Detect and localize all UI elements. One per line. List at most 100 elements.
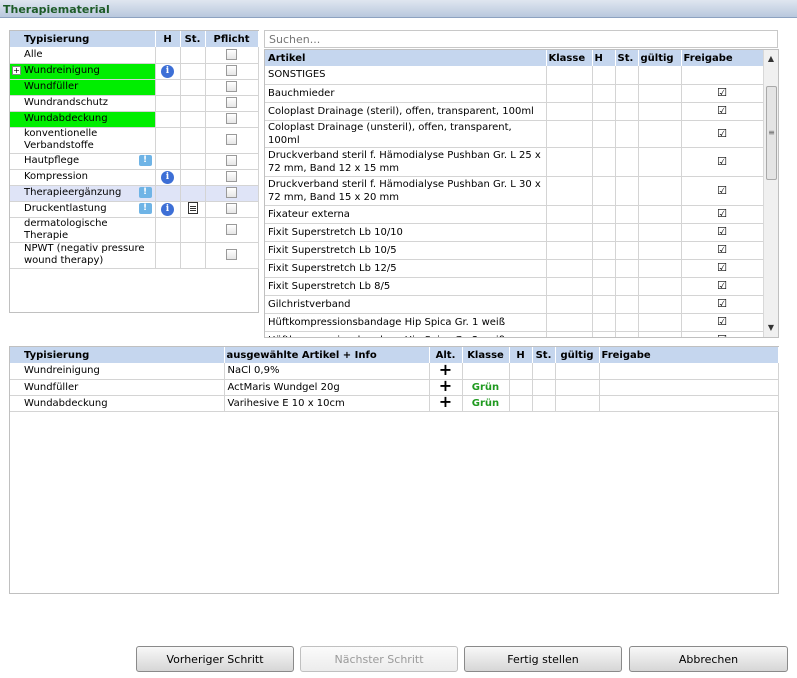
freigabe-check-icon[interactable]: ☑: [717, 315, 727, 328]
pflicht-checkbox[interactable]: [226, 49, 237, 60]
typisierung-name[interactable]: Druckentlastung!: [10, 201, 156, 218]
add-alternative-icon[interactable]: +: [439, 363, 452, 378]
pflicht-checkbox[interactable]: [226, 81, 237, 93]
pflicht-checkbox[interactable]: [226, 134, 237, 146]
artikel-name[interactable]: Coloplast Drainage (steril), offen, tran…: [265, 102, 547, 121]
typisierung-name[interactable]: Wundabdeckung: [10, 111, 156, 128]
typisierung-row[interactable]: Druckentlastung! i: [10, 201, 259, 218]
col-gueltig[interactable]: gültig: [638, 50, 682, 66]
scroll-thumb[interactable]: ≡: [766, 86, 777, 180]
typisierung-name[interactable]: Kompression: [10, 169, 156, 186]
artikel-name[interactable]: Hüftkompressionsbandage Hip Spica Gr. 2 …: [265, 331, 547, 337]
scroll-up-icon[interactable]: ▲: [764, 52, 778, 66]
scroll-down-icon[interactable]: ▼: [764, 321, 778, 335]
freigabe-check-icon[interactable]: ☑: [717, 243, 727, 256]
artikel-name[interactable]: Fixateur externa: [265, 205, 547, 224]
artikel-name[interactable]: Hüftkompressionsbandage Hip Spica Gr. 1 …: [265, 313, 547, 332]
col-typisierung[interactable]: Typisierung: [10, 31, 156, 47]
freigabe-check-icon[interactable]: ☑: [717, 104, 727, 117]
artikel-name[interactable]: Fixit Superstretch Lb 8/5: [265, 277, 547, 296]
artikel-name[interactable]: Fixit Superstretch Lb 12/5: [265, 259, 547, 278]
pflicht-checkbox[interactable]: [226, 249, 237, 261]
artikel-scrollbar[interactable]: ▲ ≡ ▼: [763, 50, 778, 337]
expand-icon[interactable]: +: [12, 66, 21, 75]
col-auswahl-h[interactable]: H: [509, 347, 533, 363]
col-auswahl-gueltig[interactable]: gültig: [555, 347, 600, 363]
artikel-name[interactable]: Coloplast Drainage (unsteril), offen, tr…: [265, 120, 547, 148]
add-alternative-icon[interactable]: +: [439, 395, 452, 410]
col-art-h[interactable]: H: [592, 50, 616, 66]
freigabe-check-icon[interactable]: ☑: [717, 184, 727, 197]
pflicht-checkbox[interactable]: [226, 171, 237, 183]
next-step-button[interactable]: Nächster Schritt: [300, 646, 458, 672]
artikel-name[interactable]: Fixit Superstretch Lb 10/5: [265, 241, 547, 260]
auswahl-row[interactable]: Wundreinigung NaCl 0,9% +: [10, 363, 779, 380]
pflicht-checkbox[interactable]: [226, 97, 237, 109]
freigabe-check-icon[interactable]: ☑: [717, 261, 727, 274]
freigabe-check-icon[interactable]: ☑: [717, 127, 727, 140]
typisierung-name[interactable]: Hautpflege!: [10, 153, 156, 170]
document-icon[interactable]: [187, 201, 198, 214]
col-artikel[interactable]: Artikel: [265, 50, 547, 66]
typisierung-name[interactable]: Alle: [10, 47, 156, 64]
artikel-row[interactable]: Bauchmieder ☑: [265, 84, 764, 103]
typisierung-name[interactable]: Therapieergänzung!: [10, 185, 156, 202]
typisierung-row[interactable]: Wundrandschutz: [10, 95, 259, 112]
col-auswahl-st[interactable]: St.: [532, 347, 556, 363]
artikel-row[interactable]: Druckverband steril f. Hämodialyse Pushb…: [265, 176, 764, 206]
col-auswahl-typ[interactable]: Typisierung: [10, 347, 225, 363]
artikel-row[interactable]: Coloplast Drainage (unsteril), offen, tr…: [265, 120, 764, 148]
col-auswahl-klasse[interactable]: Klasse: [462, 347, 510, 363]
info-icon[interactable]: i: [161, 64, 174, 78]
typisierung-name[interactable]: Wundrandschutz: [10, 95, 156, 112]
typisierung-row[interactable]: Wundabdeckung: [10, 111, 259, 128]
typisierung-row[interactable]: konventionelle Verbandstoffe: [10, 127, 259, 154]
freigabe-check-icon[interactable]: ☑: [717, 297, 727, 310]
notice-icon[interactable]: !: [138, 203, 152, 214]
artikel-row[interactable]: Fixit Superstretch Lb 10/5 ☑: [265, 241, 764, 260]
typisierung-row[interactable]: Kompression i: [10, 169, 259, 186]
col-auswahl-freigabe[interactable]: Freigabe: [599, 347, 779, 363]
auswahl-row[interactable]: Wundabdeckung Varihesive E 10 x 10cm + Grün: [10, 395, 779, 412]
artikel-row[interactable]: Druckverband steril f. Hämodialyse Pushb…: [265, 147, 764, 177]
artikel-row[interactable]: SONSTIGES: [265, 66, 764, 85]
typisierung-row[interactable]: dermatologische Therapie: [10, 217, 259, 243]
typisierung-row[interactable]: Wundfüller: [10, 79, 259, 96]
col-h[interactable]: H: [155, 31, 181, 47]
pflicht-checkbox[interactable]: [226, 113, 237, 125]
freigabe-check-icon[interactable]: ☑: [717, 207, 727, 220]
typisierung-row[interactable]: Alle: [10, 47, 259, 64]
typisierung-row[interactable]: Therapieergänzung!: [10, 185, 259, 202]
col-pflicht[interactable]: Pflicht: [205, 31, 259, 47]
artikel-name[interactable]: Gilchristverband: [265, 295, 547, 314]
add-alternative-icon[interactable]: +: [439, 379, 452, 394]
freigabe-check-icon[interactable]: ☑: [717, 225, 727, 238]
artikel-name[interactable]: Bauchmieder: [265, 84, 547, 103]
search-input[interactable]: [264, 30, 778, 48]
auswahl-row[interactable]: Wundfüller ActMaris Wundgel 20g + Grün: [10, 379, 779, 396]
pflicht-checkbox[interactable]: [226, 187, 237, 199]
col-alt[interactable]: Alt.: [429, 347, 463, 363]
artikel-name[interactable]: Fixit Superstretch Lb 10/10: [265, 223, 547, 242]
artikel-name[interactable]: Druckverband steril f. Hämodialyse Pushb…: [265, 176, 547, 206]
typisierung-name[interactable]: dermatologische Therapie: [10, 217, 156, 243]
col-auswahl-artikel[interactable]: ausgewählte Artikel + Info: [224, 347, 430, 363]
col-freigabe[interactable]: Freigabe: [681, 50, 764, 66]
typisierung-row[interactable]: + Wundreinigung i: [10, 63, 259, 80]
artikel-row[interactable]: Gilchristverband ☑: [265, 295, 764, 314]
finish-button[interactable]: Fertig stellen: [464, 646, 622, 672]
freigabe-check-icon[interactable]: ☑: [717, 279, 727, 292]
freigabe-check-icon[interactable]: ☑: [717, 333, 727, 337]
typisierung-name[interactable]: NPWT (negativ pressure wound therapy): [10, 242, 156, 269]
artikel-row[interactable]: Hüftkompressionsbandage Hip Spica Gr. 1 …: [265, 313, 764, 332]
info-icon[interactable]: i: [161, 170, 174, 184]
pflicht-checkbox[interactable]: [226, 155, 237, 167]
artikel-row[interactable]: Coloplast Drainage (steril), offen, tran…: [265, 102, 764, 121]
artikel-row[interactable]: Fixit Superstretch Lb 8/5 ☑: [265, 277, 764, 296]
artikel-name[interactable]: Druckverband steril f. Hämodialyse Pushb…: [265, 147, 547, 177]
notice-icon[interactable]: !: [138, 155, 152, 166]
artikel-row[interactable]: Fixit Superstretch Lb 10/10 ☑: [265, 223, 764, 242]
typisierung-row[interactable]: NPWT (negativ pressure wound therapy): [10, 242, 259, 269]
artikel-row[interactable]: Fixit Superstretch Lb 12/5 ☑: [265, 259, 764, 278]
auswahl-artikel[interactable]: ActMaris Wundgel 20g: [224, 379, 430, 396]
